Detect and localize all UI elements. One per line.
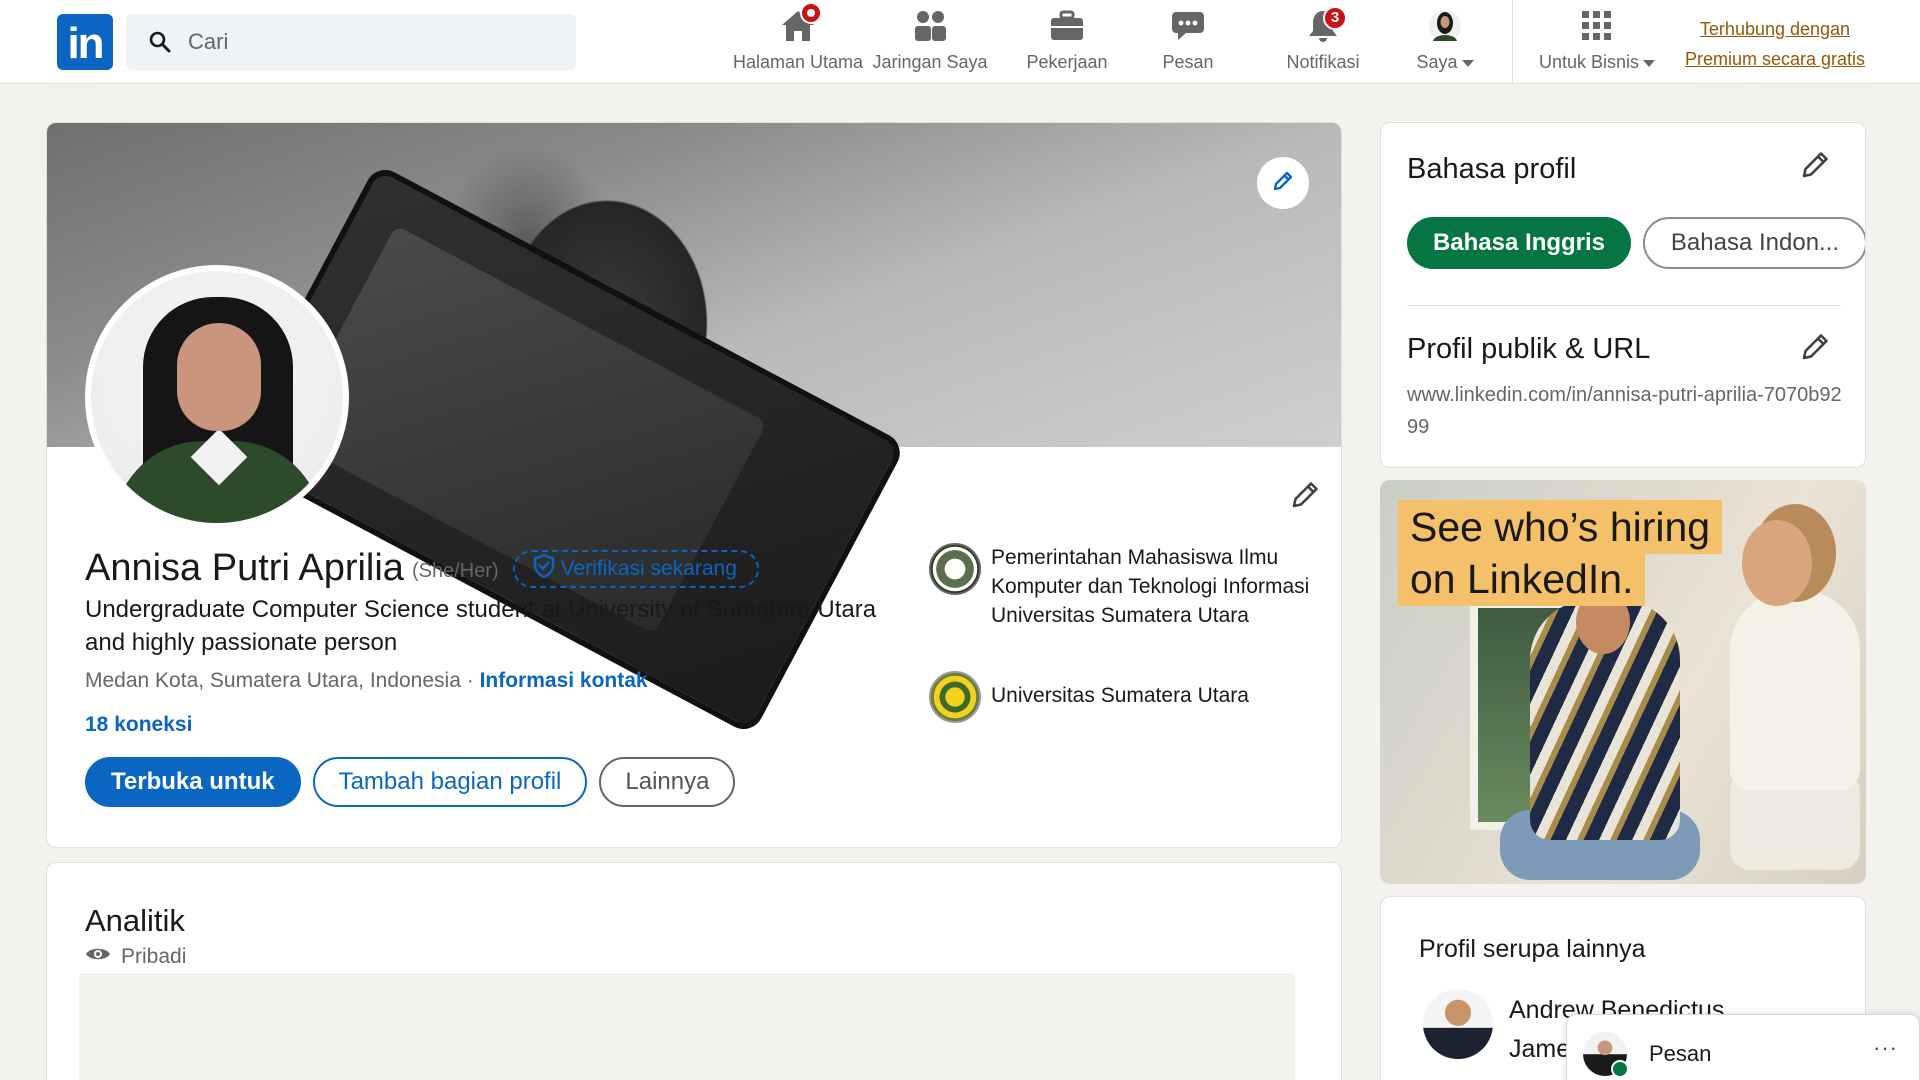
notification-count-badge: 3 <box>1323 6 1347 30</box>
nav-for-business-label: Untuk Bisnis <box>1538 52 1640 72</box>
location-separator: · <box>460 669 480 692</box>
analytics-content-area <box>79 973 1295 1080</box>
language-english-chip[interactable]: Bahasa Inggris <box>1407 217 1631 269</box>
edit-public-profile-button[interactable] <box>1795 329 1835 369</box>
nav-jobs[interactable]: Pekerjaan <box>1012 8 1122 76</box>
pencil-icon <box>1799 149 1831 186</box>
chevron-down-icon <box>1643 59 1656 67</box>
home-notification-dot <box>800 2 822 24</box>
similar-profiles-title: Profil serupa lainnya <box>1419 935 1646 963</box>
messaging-avatar <box>1583 1032 1629 1078</box>
nav-messaging[interactable]: Pesan <box>1138 8 1238 76</box>
nav-network-label: Jaringan Saya <box>872 52 988 72</box>
profile-photo[interactable] <box>85 265 349 529</box>
search-icon <box>148 30 172 54</box>
profile-language-title: Bahasa profil <box>1407 153 1577 185</box>
affiliation-name: Universitas Sumatera Utara <box>991 684 1249 707</box>
premium-line-2: Premium secara gratis <box>1684 49 1866 69</box>
nav-divider <box>1512 0 1513 84</box>
search-input[interactable] <box>188 29 568 55</box>
affiliation-student-government[interactable]: Pemerintahan Mahasiswa Ilmu Komputer dan… <box>929 543 1311 630</box>
profile-headline: Undergraduate Computer Science student a… <box>85 596 877 656</box>
analytics-card: Analitik Pribadi <box>46 862 1342 1080</box>
language-indonesian-chip[interactable]: Bahasa Indon... <box>1643 217 1865 269</box>
eye-icon <box>85 945 121 969</box>
verify-label: Verifikasi sekarang <box>560 556 737 580</box>
nav-messaging-label: Pesan <box>1162 52 1214 72</box>
nav-me[interactable]: Saya <box>1400 8 1490 76</box>
search-box[interactable] <box>126 14 576 70</box>
advertisement-card[interactable]: See who’s hiring on LinkedIn. <box>1380 480 1866 884</box>
messaging-dock[interactable]: Pesan ··· <box>1566 1014 1920 1080</box>
public-profile-title: Profil publik & URL <box>1407 333 1651 365</box>
nav-me-label: Saya <box>1416 52 1458 72</box>
section-divider <box>1407 305 1841 306</box>
ad-headline-line-1: See who’s hiring <box>1398 500 1723 554</box>
analytics-title: Analitik <box>85 903 185 938</box>
premium-line-1: Terhubung dengan <box>1699 19 1851 39</box>
analytics-visibility-label: Pribadi <box>121 945 187 968</box>
pencil-icon <box>1289 479 1321 516</box>
nav-for-business[interactable]: Untuk Bisnis <box>1524 8 1670 76</box>
nav-home-label: Halaman Utama <box>732 52 864 72</box>
connections-link[interactable]: 18 koneksi <box>85 713 192 737</box>
contact-info-link[interactable]: Informasi kontak <box>480 669 648 692</box>
location-row: Medan Kota, Sumatera Utara, Indonesia · … <box>85 669 648 693</box>
profile-card: Annisa Putri Aprilia (She/Her) Verifikas… <box>46 122 1342 848</box>
chevron-down-icon <box>1461 59 1474 67</box>
people-icon <box>912 9 948 48</box>
edit-banner-button[interactable] <box>1257 157 1309 209</box>
top-nav: in Halaman Utama Jaringan Saya Peke <box>0 0 1920 84</box>
pencil-icon <box>1799 331 1831 368</box>
pronouns: (She/Her) <box>411 560 499 582</box>
pencil-icon <box>1271 169 1295 198</box>
analytics-visibility: Pribadi <box>85 945 186 969</box>
nav-notifications-label: Notifikasi <box>1286 52 1360 72</box>
messaging-label: Pesan <box>1649 1041 1712 1066</box>
premium-trial-link[interactable]: Terhubung dengan Premium secara gratis <box>1670 14 1880 74</box>
nav-home[interactable]: Halaman Utama <box>728 2 868 76</box>
chat-icon <box>1170 9 1206 48</box>
edit-profile-language-button[interactable] <box>1795 147 1835 187</box>
profile-avatar-icon <box>1428 9 1462 48</box>
briefcase-icon <box>1049 10 1085 47</box>
organization-logo <box>929 543 981 595</box>
add-profile-section-button[interactable]: Tambah bagian profil <box>312 757 588 807</box>
profile-language-card: Bahasa profil Bahasa Inggris Bahasa Indo… <box>1380 122 1866 468</box>
more-button[interactable]: Lainnya <box>599 757 736 807</box>
edit-intro-button[interactable] <box>1285 477 1325 517</box>
university-logo <box>929 671 981 723</box>
linkedin-logo-icon[interactable]: in <box>57 14 113 70</box>
more-options-icon[interactable]: ··· <box>1873 1035 1898 1061</box>
affiliation-name: Pemerintahan Mahasiswa Ilmu Komputer dan… <box>991 546 1310 627</box>
grid-icon <box>1581 10 1613 47</box>
nav-notifications[interactable]: 3 Notifikasi <box>1268 6 1378 76</box>
profile-actions: Terbuka untuk Tambah bagian profil Lainn… <box>85 757 736 807</box>
verify-now-button[interactable]: Verifikasi sekarang <box>512 549 759 588</box>
public-profile-url[interactable]: www.linkedin.com/in/annisa-putri-aprilia… <box>1407 379 1847 443</box>
shield-check-icon <box>533 553 561 584</box>
nav-jobs-label: Pekerjaan <box>1026 52 1108 72</box>
open-to-button[interactable]: Terbuka untuk <box>85 757 301 807</box>
similar-profile-avatar[interactable] <box>1423 989 1493 1059</box>
nav-network[interactable]: Jaringan Saya <box>870 8 990 76</box>
affiliation-university[interactable]: Universitas Sumatera Utara <box>929 671 1311 723</box>
name-row: Annisa Putri Aprilia (She/Her) Verifikas… <box>85 547 759 590</box>
ad-headline-line-2: on LinkedIn. <box>1398 552 1646 606</box>
location-text: Medan Kota, Sumatera Utara, Indonesia <box>85 669 461 692</box>
profile-name: Annisa Putri Aprilia <box>85 547 404 589</box>
